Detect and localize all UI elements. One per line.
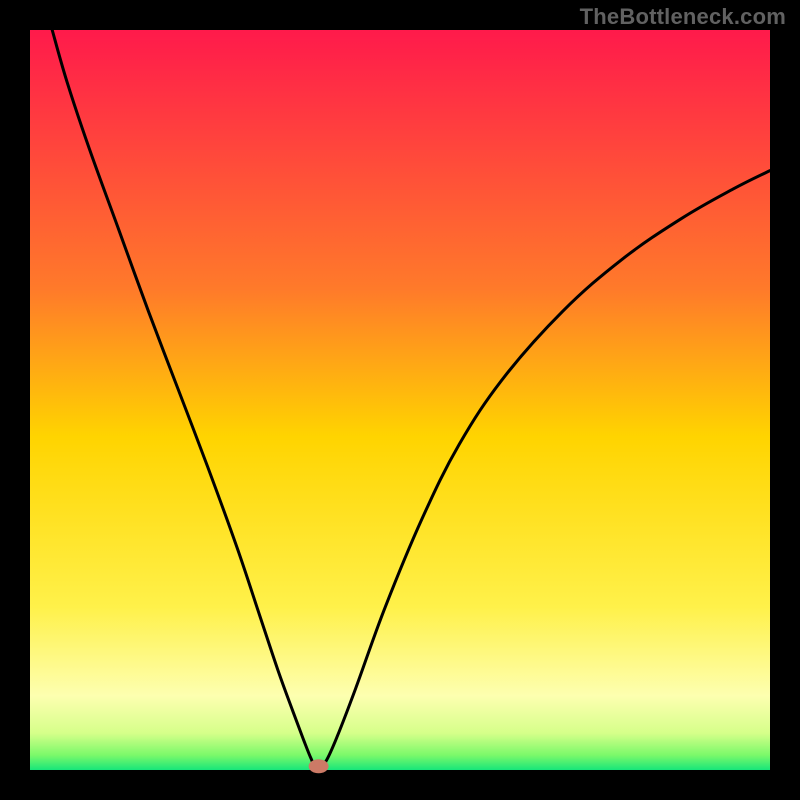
- watermark-label: TheBottleneck.com: [580, 4, 786, 30]
- plot-area: [30, 30, 770, 770]
- min-marker: [309, 759, 329, 773]
- chart-container: TheBottleneck.com: [0, 0, 800, 800]
- bottleneck-plot: [0, 0, 800, 800]
